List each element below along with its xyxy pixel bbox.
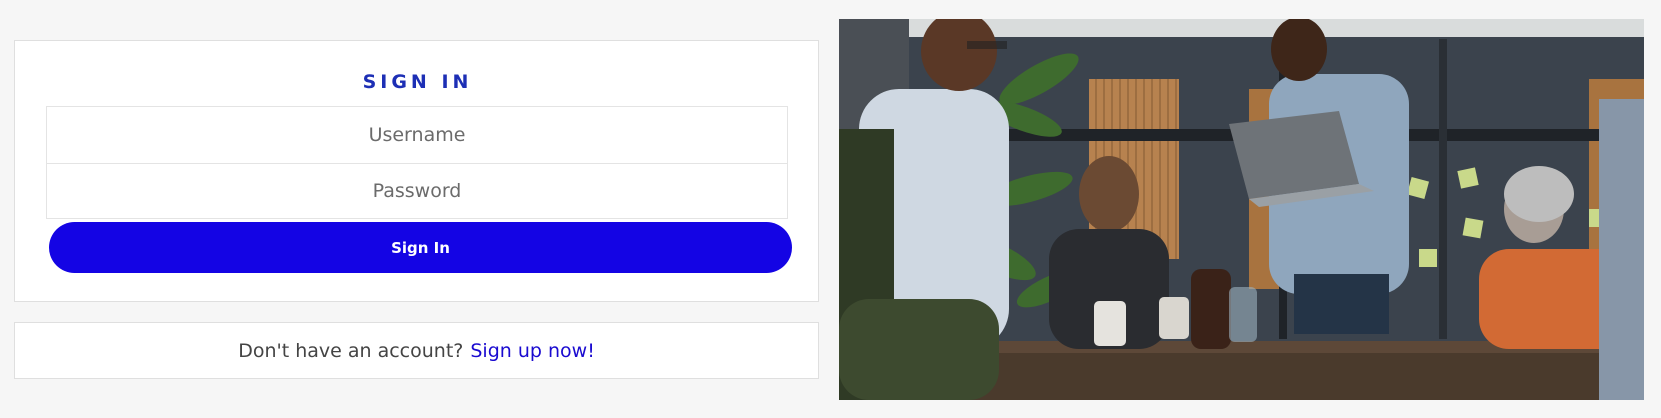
office-meeting-photo: [839, 19, 1644, 400]
signin-form: SIGN IN Sign In: [14, 40, 819, 302]
login-column: SIGN IN Sign In Don't have an account? S…: [14, 40, 819, 379]
signup-prompt: Don't have an account?: [238, 339, 464, 362]
signup-link[interactable]: Sign up now!: [470, 340, 594, 362]
password-input[interactable]: [46, 163, 788, 219]
signin-title: SIGN IN: [362, 71, 473, 93]
signin-button[interactable]: Sign In: [49, 222, 792, 273]
username-input[interactable]: [46, 106, 788, 163]
signup-card: Don't have an account? Sign up now!: [14, 322, 819, 379]
